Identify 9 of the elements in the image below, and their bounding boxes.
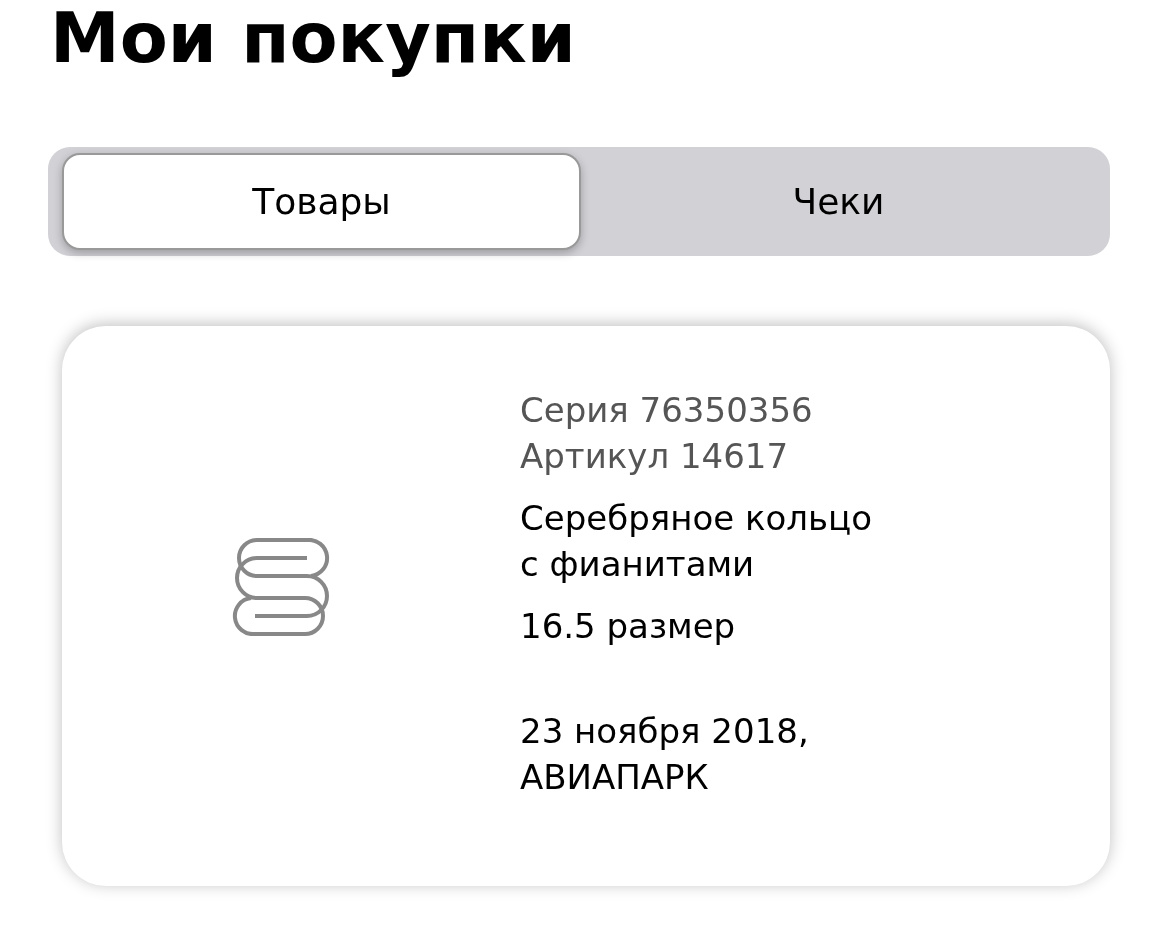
product-name: Серебряное кольцо с фианитами bbox=[520, 497, 872, 584]
purchase-date: 23 ноября 2018, bbox=[520, 711, 809, 752]
tab[interactable]: Чеки bbox=[581, 153, 1096, 250]
product-size: 16.5 размер bbox=[520, 605, 736, 646]
series-number: Серия 76350356 bbox=[520, 390, 813, 430]
tab[interactable]: Товары bbox=[62, 153, 581, 250]
article-number: Артикул 14617 bbox=[520, 435, 789, 476]
page-title: Мои покупки bbox=[50, 0, 577, 77]
store-name: АВИАПАРК bbox=[520, 757, 709, 798]
